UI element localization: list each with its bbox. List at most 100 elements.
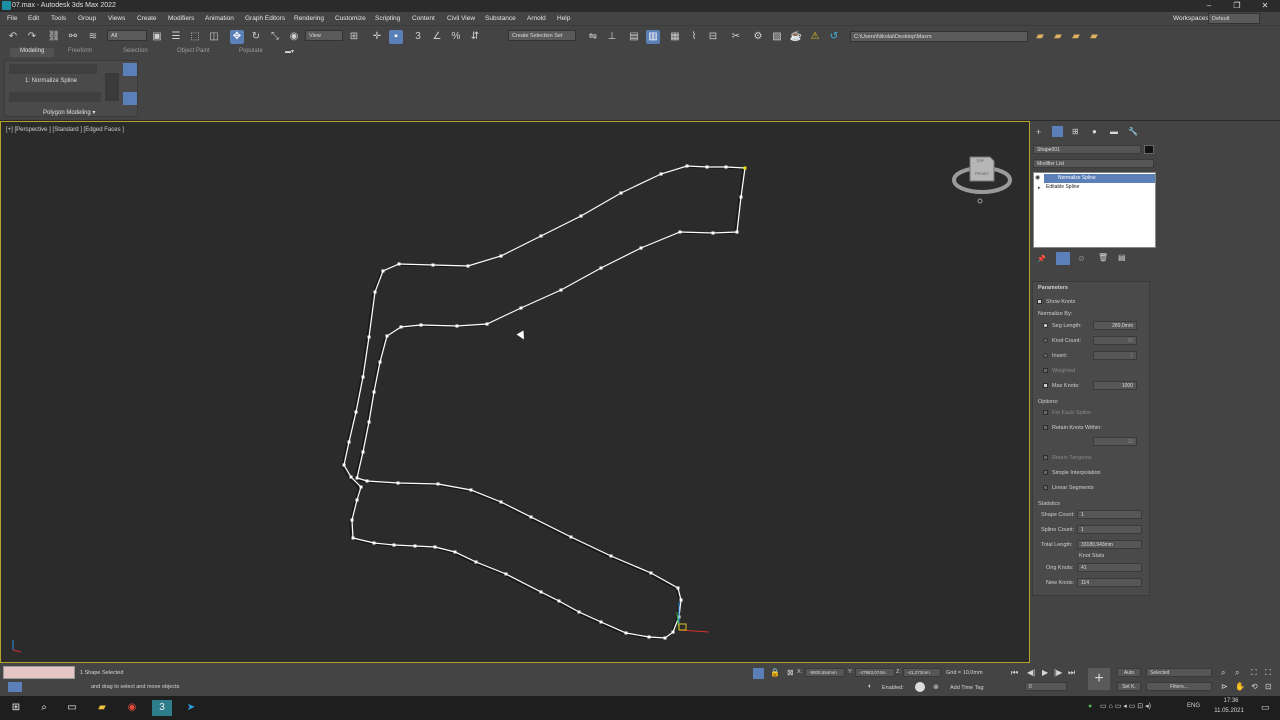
configure-sets-icon[interactable]: ▤: [1118, 253, 1126, 262]
polygon-tools-row[interactable]: [9, 92, 101, 102]
insert-field[interactable]: 1: [1093, 351, 1137, 360]
lock-selection-icon[interactable]: 🔒: [770, 668, 780, 677]
select-object-icon[interactable]: ▣: [150, 30, 164, 44]
object-name-field[interactable]: Shape001: [1033, 145, 1141, 154]
goto-end-icon[interactable]: ⏭: [1068, 668, 1075, 678]
menu-edit[interactable]: Edit: [28, 15, 39, 22]
warning-icon[interactable]: ⚠: [808, 30, 822, 44]
maximize-viewport-icon[interactable]: ⊡: [1265, 682, 1272, 691]
fov-icon[interactable]: ⊳: [1221, 682, 1228, 691]
zoom-icon[interactable]: ⌕: [1221, 668, 1225, 678]
link-icon[interactable]: ⛓: [47, 30, 61, 44]
file-explorer-icon[interactable]: ▰: [94, 700, 110, 716]
display-tab-icon[interactable]: ▬: [1110, 127, 1118, 136]
tray-icons[interactable]: ▭ ⌂ ▭ ◂ ▭ ⊡ ◂): [1100, 702, 1151, 710]
modifier-list-dropdown[interactable]: Modifier List: [1033, 159, 1154, 168]
material-editor-icon[interactable]: ✂: [729, 30, 743, 44]
place-icon[interactable]: ◉: [287, 30, 301, 44]
y-coordinate-field[interactable]: -47983,074m: [855, 668, 895, 677]
task-view-icon[interactable]: ▭: [64, 700, 80, 716]
menu-graph-editors[interactable]: Graph Editors: [245, 15, 285, 22]
seg-length-radio[interactable]: [1043, 323, 1048, 328]
for-each-spline-checkbox[interactable]: [1043, 410, 1048, 415]
open-folder-icon[interactable]: ▰: [1033, 30, 1047, 44]
menu-help[interactable]: Help: [557, 15, 570, 22]
rollout-title[interactable]: Parameters: [1038, 285, 1068, 291]
menu-substance[interactable]: Substance: [485, 15, 516, 22]
rotate-icon[interactable]: ↻: [249, 30, 263, 44]
x-coordinate-field[interactable]: -9000,554mm: [805, 668, 845, 677]
language-indicator[interactable]: ENG: [1187, 703, 1200, 709]
clock-date[interactable]: 11.05.2021: [1208, 708, 1250, 714]
seg-length-field[interactable]: 289,0mm: [1093, 321, 1137, 330]
auto-key-button[interactable]: Auto: [1117, 668, 1141, 677]
maximize-button[interactable]: ❐: [1226, 0, 1248, 12]
tab-modeling[interactable]: Modeling: [10, 48, 55, 57]
angle-snap-icon[interactable]: ∠: [430, 30, 444, 44]
panel-title[interactable]: Polygon Modeling ▾: [43, 109, 95, 116]
knot-count-field[interactable]: 20: [1093, 336, 1137, 345]
add-time-tag[interactable]: Add Time Tag: [950, 685, 984, 691]
subobject-buttons[interactable]: [9, 64, 97, 74]
browse-folder-icon[interactable]: ▰: [1087, 30, 1101, 44]
search-icon[interactable]: ⌕: [36, 700, 52, 716]
max-knots-checkbox[interactable]: [1043, 383, 1048, 388]
retain-tangents-checkbox[interactable]: [1043, 455, 1048, 460]
simple-interpolation-checkbox[interactable]: [1043, 470, 1048, 475]
percent-snap-icon[interactable]: %: [449, 30, 463, 44]
snaps-toggle-icon[interactable]: 3: [411, 30, 425, 44]
tab-selection[interactable]: Selection: [113, 48, 158, 57]
scene-explorer-icon[interactable]: ▤: [627, 30, 641, 44]
rect-selection-icon[interactable]: ⬚: [188, 30, 202, 44]
layer-explorer-icon[interactable]: ▥: [646, 30, 660, 44]
previous-frame-icon[interactable]: ◀|: [1027, 668, 1035, 677]
undo-icon[interactable]: ↶: [6, 30, 20, 44]
insert-radio[interactable]: [1043, 353, 1048, 358]
mirror-icon[interactable]: ⇋: [586, 30, 600, 44]
time-tag-icon[interactable]: ⊗: [933, 683, 939, 691]
menu-scripting[interactable]: Scripting: [375, 15, 400, 22]
menu-customize[interactable]: Customize: [335, 15, 366, 22]
spline-canvas[interactable]: TOP FRONT: [1, 122, 1029, 662]
orbit-icon[interactable]: ⟲: [1251, 682, 1258, 691]
menu-content[interactable]: Content: [412, 15, 435, 22]
stack-item-normalize-spline[interactable]: Normalize Spline: [1044, 174, 1155, 183]
windows-start-icon[interactable]: ⊞: [8, 700, 24, 716]
modify-mode-icon[interactable]: [123, 92, 137, 105]
render-setup-icon[interactable]: ⚙: [751, 30, 765, 44]
menu-file[interactable]: File: [7, 15, 17, 22]
motion-tab-icon[interactable]: ●: [1092, 127, 1097, 136]
play-icon[interactable]: ▶: [1042, 668, 1048, 677]
toggle-ribbon-icon[interactable]: ▦: [668, 30, 682, 44]
key-filters-button[interactable]: Filters...: [1146, 682, 1212, 691]
reference-coordinate-dropdown[interactable]: View: [305, 30, 343, 41]
keyboard-shortcut-override-icon[interactable]: ▪: [389, 30, 403, 44]
set-key-button[interactable]: Set K.: [1117, 682, 1141, 691]
align-icon[interactable]: ⊥: [605, 30, 619, 44]
select-by-name-icon[interactable]: ☰: [169, 30, 183, 44]
editable-poly-icon[interactable]: [123, 63, 137, 76]
object-color-swatch[interactable]: [1144, 145, 1154, 154]
show-end-result-icon[interactable]: [1056, 252, 1070, 265]
hierarchy-tab-icon[interactable]: ⊞: [1072, 127, 1079, 136]
menu-animation[interactable]: Animation: [205, 15, 234, 22]
project-path-dropdown[interactable]: C:\Users\Nikolai\Desktop\Maxm: [850, 31, 1028, 42]
goto-start-icon[interactable]: ⏮: [1011, 668, 1018, 678]
tab-object-paint[interactable]: Object Paint: [167, 48, 220, 57]
rendered-frame-window-icon[interactable]: ▧: [770, 30, 784, 44]
render-iterative-icon[interactable]: ↺: [827, 30, 841, 44]
selection-filter-dropdown[interactable]: All: [107, 30, 147, 41]
unlink-icon[interactable]: ⚯: [66, 30, 80, 44]
notifications-icon[interactable]: ▭: [1261, 702, 1270, 713]
bind-spacewarp-icon[interactable]: ≋: [86, 30, 100, 44]
telegram-icon[interactable]: ➤: [183, 700, 199, 716]
zoom-extents-icon[interactable]: ⛶: [1251, 668, 1257, 678]
retain-knots-field[interactable]: 10: [1093, 437, 1137, 446]
show-knots-checkbox[interactable]: [1037, 299, 1042, 304]
utilities-tab-icon[interactable]: 🔧: [1128, 127, 1138, 136]
workspaces-dropdown[interactable]: Default: [1208, 13, 1260, 24]
pivot-icon[interactable]: ⊞: [347, 30, 361, 44]
zoom-extents-all-icon[interactable]: ⛶: [1265, 668, 1271, 678]
menu-create[interactable]: Create: [137, 15, 157, 22]
project-folder-icon[interactable]: ▰: [1051, 30, 1065, 44]
